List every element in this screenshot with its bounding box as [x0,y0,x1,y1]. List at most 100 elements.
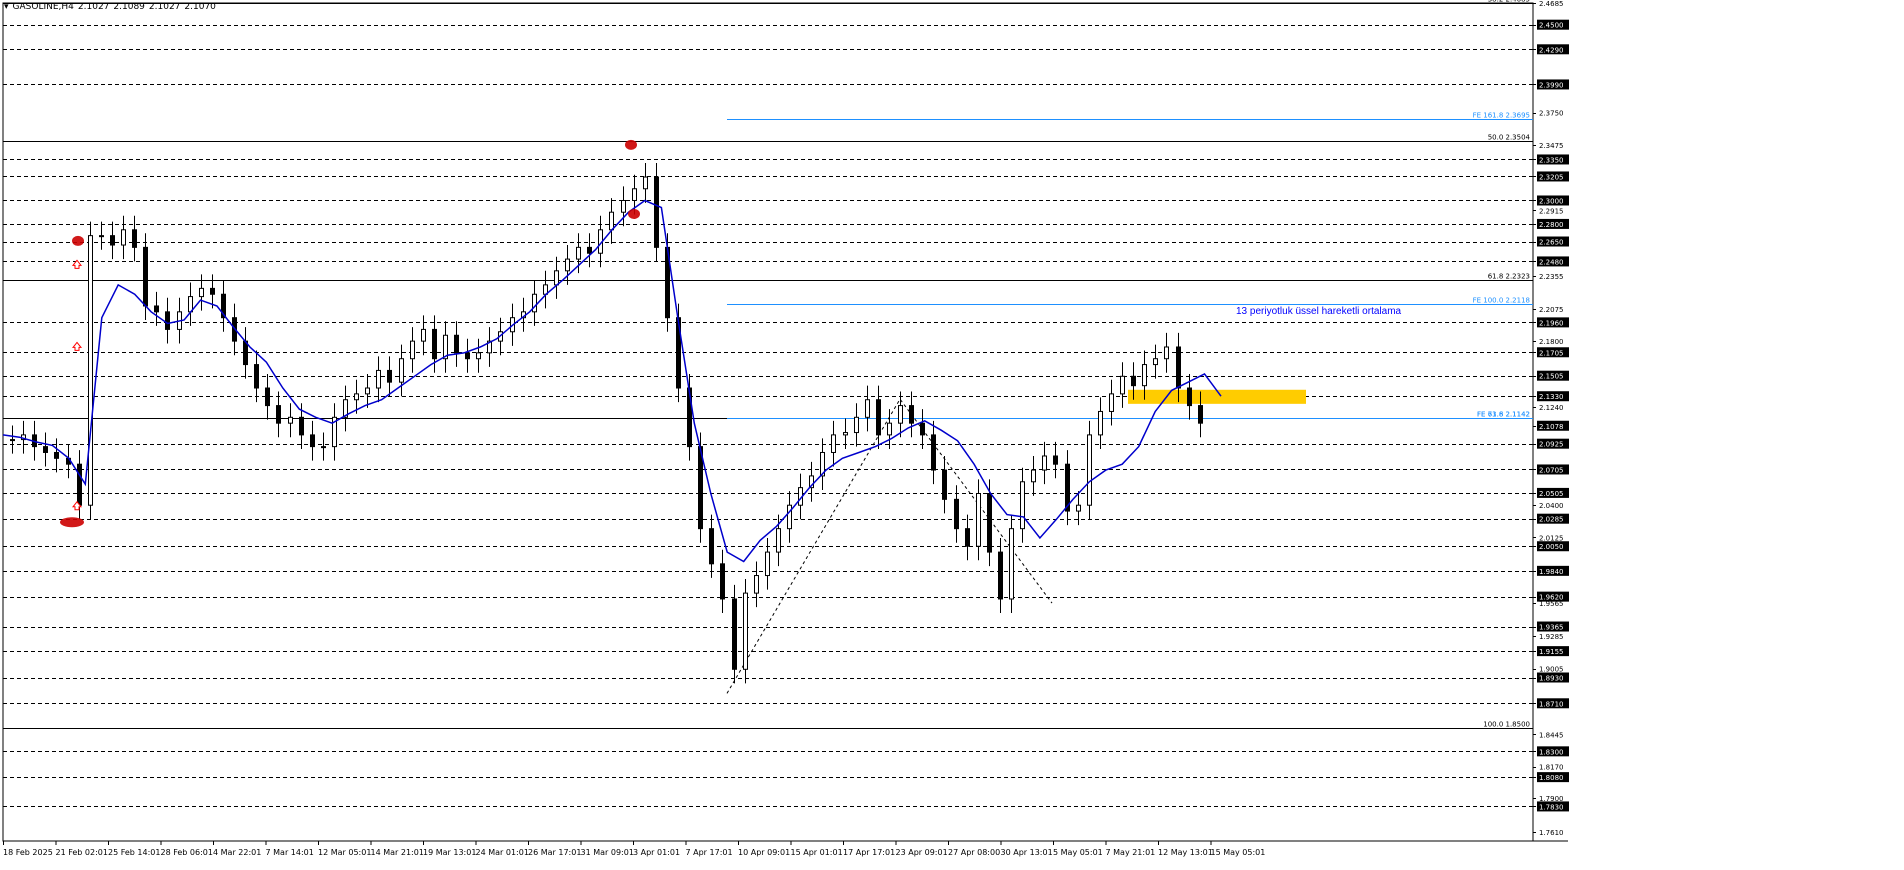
candle-body[interactable] [288,416,293,424]
candle-body[interactable] [787,504,792,530]
candle-body[interactable] [776,528,781,553]
signal-dot[interactable] [60,517,84,528]
candle-body[interactable] [276,405,281,424]
candle-body[interactable] [432,328,437,360]
candle-body[interactable] [554,270,559,286]
candle-body[interactable] [587,246,592,254]
candle-body[interactable] [709,528,714,565]
candle-body[interactable] [954,498,959,530]
candle-body[interactable] [376,369,381,389]
candle-body[interactable] [1031,469,1036,483]
candle-body[interactable] [1087,434,1092,506]
candle-body[interactable] [965,528,970,547]
price-chart[interactable]: 38.2 2.4685 50.0 2.3504 61.8 2.2323 FE 161.… [0,0,1904,870]
candle-body[interactable] [454,334,459,354]
candle-body[interactable] [143,246,148,307]
candle-body[interactable] [321,446,326,449]
candle-body[interactable] [1142,364,1147,387]
candle-body[interactable] [1198,405,1203,424]
candle-body[interactable] [621,199,626,213]
candle-body[interactable] [154,305,159,313]
candle-body[interactable] [310,434,315,448]
candle-body[interactable] [254,364,259,389]
time-label: 4 Mar 22:01 [213,848,261,857]
candle-body[interactable] [99,235,104,238]
signal-dot[interactable] [72,235,84,246]
candle-body[interactable] [942,469,947,500]
candle-body[interactable] [887,422,892,436]
candle-body[interactable] [121,229,126,246]
candle-body[interactable] [732,598,737,670]
candle-body[interactable] [465,352,470,360]
candle-body[interactable] [299,416,304,436]
candle-body[interactable] [1009,528,1014,600]
candle-body[interactable] [720,563,725,600]
candle-body[interactable] [410,340,415,360]
chart-root[interactable]: 38.2 2.4685 50.0 2.3504 61.8 2.2323 FE 161.… [0,0,1904,870]
candle-body[interactable] [609,211,614,231]
candle-body[interactable] [876,399,881,436]
candle-body[interactable] [654,176,659,248]
candle-body[interactable] [698,446,703,530]
time-label: 12 Mar 05:01 [318,848,371,857]
candle-body[interactable] [110,235,115,246]
time-label: 17 Apr 17:01 [843,848,895,857]
candle-body[interactable] [43,446,48,453]
candle-body[interactable] [1153,358,1158,366]
candle-body[interactable] [865,399,870,418]
candle-body[interactable] [754,575,759,594]
time-label: 7 May 21:01 [1106,848,1156,857]
triangle-down-icon[interactable]: ▾ [4,2,9,12]
candle-body[interactable] [565,258,570,272]
candle-body[interactable] [421,328,426,342]
ohlc-close: 2.1070 [184,2,216,12]
candle-body[interactable] [10,439,15,442]
candle-body[interactable] [831,434,836,453]
candle-body[interactable] [88,235,93,506]
candle-body[interactable] [210,287,215,295]
candle-body[interactable] [854,416,859,434]
candle-body[interactable] [1042,455,1047,471]
candle-body[interactable] [1053,455,1058,465]
candle-body[interactable] [987,492,992,553]
candle-body[interactable] [920,422,925,436]
candle-body[interactable] [576,246,581,260]
candle-body[interactable] [354,393,359,401]
candle-body[interactable] [1120,375,1125,395]
candle-body[interactable] [165,311,170,330]
candle-body[interactable] [387,369,392,383]
candle-body[interactable] [132,229,137,248]
price-label: 2.2075 [1539,306,1564,314]
candle-body[interactable] [643,176,648,190]
candle-body[interactable] [765,551,770,577]
signal-dot[interactable] [625,139,637,150]
price-label: 2.2355 [1539,273,1564,281]
candle-body[interactable] [265,387,270,407]
candle-body[interactable] [998,551,1003,600]
candle-body[interactable] [199,287,204,298]
candle-body[interactable] [1187,387,1192,407]
candle-body[interactable] [1076,504,1081,512]
candle-body[interactable] [909,405,914,424]
candle-body[interactable] [931,434,936,471]
candle-body[interactable] [54,451,59,459]
candle-body[interactable] [1109,393,1114,412]
candle-body[interactable] [476,352,481,360]
candle-body[interactable] [365,387,370,395]
candle-body[interactable] [243,340,248,366]
time-label: 12 May 13:01 [1158,848,1213,857]
candle-body[interactable] [1176,346,1181,389]
candle-body[interactable] [632,188,637,201]
candle-body[interactable] [399,358,404,383]
candle-body[interactable] [843,432,848,436]
candle-body[interactable] [1020,481,1025,530]
candle-body[interactable] [898,405,903,424]
candle-body[interactable] [1098,410,1103,436]
candle-body[interactable] [976,492,981,547]
signal-dot[interactable] [628,208,640,219]
arrow-up-icon[interactable] [71,341,83,351]
candle-body[interactable] [77,463,82,506]
candle-body[interactable] [743,592,748,670]
candle-body[interactable] [1131,375,1136,387]
candle-body[interactable] [1164,346,1169,360]
